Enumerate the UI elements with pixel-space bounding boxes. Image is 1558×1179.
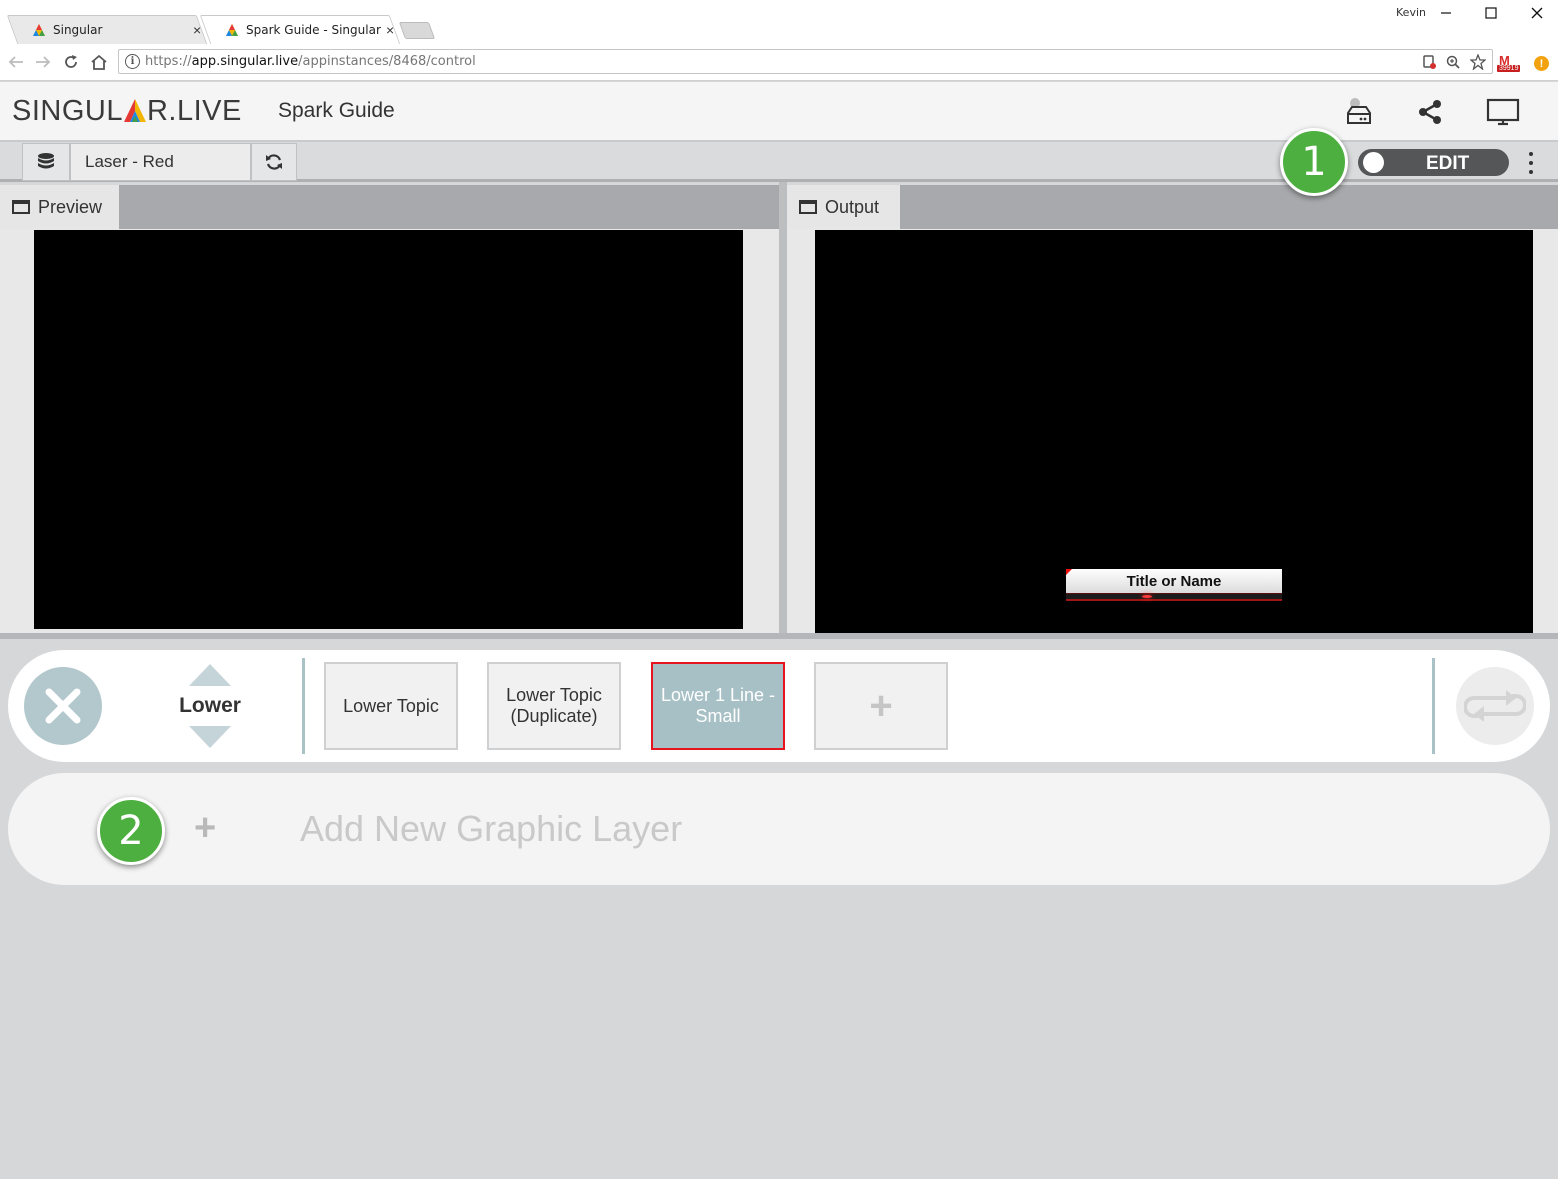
singular-favicon-icon (226, 23, 238, 36)
maximize-icon[interactable] (1481, 3, 1501, 23)
window-icon (799, 200, 817, 214)
callout-1: 1 (1280, 128, 1348, 196)
bookmark-star-icon[interactable] (1469, 53, 1487, 71)
output-lower-third-graphic: Title or Name (1066, 569, 1282, 603)
database-icon (38, 153, 54, 169)
layer-name: Lower (179, 694, 241, 717)
refresh-icon (266, 154, 282, 170)
browser-user-name[interactable]: Kevin (1396, 6, 1426, 19)
browser-tab-singular[interactable]: Singular × (6, 15, 208, 44)
gmail-extension-icon[interactable]: M 39919 (1497, 53, 1523, 75)
layer-down-arrow-icon[interactable] (189, 726, 231, 748)
minimize-icon[interactable] (1436, 3, 1456, 23)
url-field[interactable]: i https://app.singular.live/appinstances… (118, 49, 1493, 74)
logo-a-glyph-icon (123, 99, 146, 122)
output-panel-header: Output (787, 185, 1558, 229)
browser-address-bar: i https://app.singular.live/appinstances… (0, 44, 1558, 81)
output-label: Output (825, 196, 880, 217)
singular-favicon-icon (33, 23, 45, 36)
lower-third-title: Title or Name (1066, 569, 1282, 593)
refresh-button[interactable] (251, 143, 297, 181)
tab-preview[interactable]: Preview (0, 185, 119, 229)
window-icon (12, 200, 30, 214)
add-composition-button[interactable]: + (814, 662, 948, 750)
back-arrow-icon[interactable] (6, 52, 26, 72)
preview-panel (0, 229, 779, 633)
composition-button-lower-1-line-small[interactable]: Lower 1 Line - Small (651, 662, 785, 750)
loop-button[interactable] (1456, 667, 1534, 745)
loop-icon (1464, 690, 1526, 722)
horizontal-splitter[interactable] (0, 633, 1558, 639)
tab-close-icon[interactable]: × (193, 22, 201, 38)
tab-close-icon[interactable]: × (386, 22, 394, 38)
layer-selector: Lower (158, 664, 262, 748)
data-source-button[interactable] (22, 143, 70, 181)
divider (302, 658, 305, 754)
callout-2: 2 (97, 797, 165, 865)
tab-output[interactable]: Output (787, 185, 900, 229)
corner-accent (1066, 569, 1072, 575)
reload-icon[interactable] (61, 52, 81, 72)
browser-tabstrip: Singular × Spark Guide - Singular × Kevi… (0, 0, 1558, 44)
home-icon[interactable] (89, 52, 109, 72)
edit-mode-toggle[interactable]: EDIT (1358, 149, 1509, 176)
composition-button-lower-topic[interactable]: Lower Topic (324, 662, 458, 750)
composition-button-lower-topic-duplicate[interactable]: Lower Topic (Duplicate) (487, 662, 621, 750)
panel-splitter[interactable] (779, 182, 787, 633)
more-options-icon[interactable] (1523, 152, 1539, 174)
browser-tab-title: Spark Guide - Singular (246, 22, 381, 37)
share-icon[interactable] (1413, 95, 1447, 129)
add-graphic-layer-button[interactable]: + Add New Graphic Layer (8, 773, 1550, 885)
singular-live-logo[interactable]: SINGUL R.LIVE (12, 95, 242, 128)
url-text: https://app.singular.live/appinstances/8… (145, 54, 476, 69)
add-layer-label: Add New Graphic Layer (300, 808, 683, 849)
edit-mode-label: EDIT (1426, 153, 1470, 174)
add-layer-plus-icon: + (194, 807, 217, 849)
new-tab-button[interactable] (398, 22, 436, 39)
layer-close-button[interactable] (24, 667, 102, 745)
toggle-knob (1363, 152, 1384, 173)
preview-screen (34, 230, 743, 629)
browser-tab-spark-guide[interactable]: Spark Guide - Singular × (199, 15, 401, 44)
zoom-icon[interactable] (1444, 53, 1462, 71)
preview-panel-header: Preview (0, 185, 779, 229)
window-close-icon[interactable] (1527, 3, 1547, 23)
preview-label: Preview (38, 196, 103, 217)
laser-line (1066, 593, 1282, 601)
gmail-unread-badge: 39919 (1497, 65, 1521, 72)
chrome-warning-icon[interactable]: ! (1534, 56, 1549, 71)
site-info-icon[interactable]: i (125, 54, 140, 69)
data-source-select[interactable]: Laser - Red (70, 143, 251, 181)
blocked-content-icon[interactable] (1420, 53, 1438, 71)
graphic-layer-row: Lower Lower Topic Lower Topic (Duplicate… (8, 650, 1550, 762)
monitor-icon[interactable] (1486, 95, 1520, 129)
browser-tab-title: Singular (53, 22, 103, 37)
forward-arrow-icon[interactable] (33, 52, 53, 72)
output-drive-icon[interactable] (1342, 95, 1376, 129)
divider (1432, 658, 1435, 754)
project-title: Spark Guide (278, 99, 395, 122)
close-icon (45, 688, 81, 724)
layer-up-arrow-icon[interactable] (189, 664, 231, 686)
